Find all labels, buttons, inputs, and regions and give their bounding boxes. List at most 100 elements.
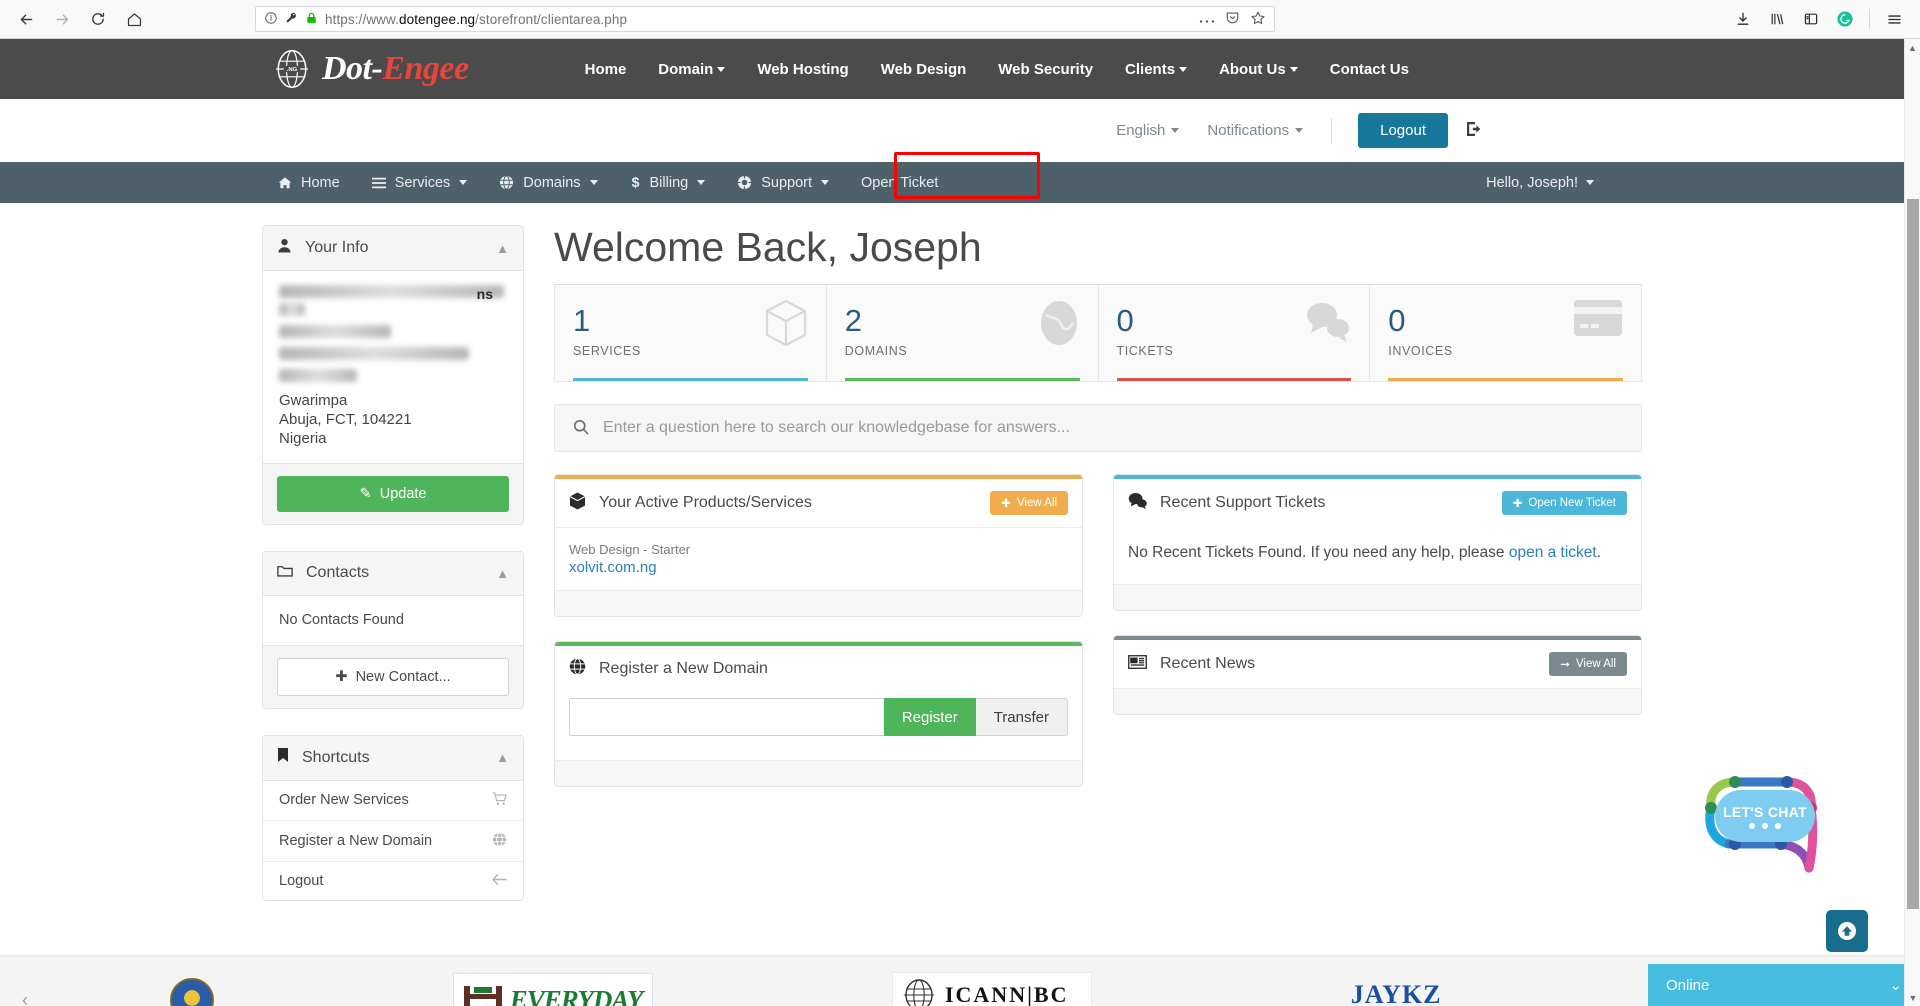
url-domain: dotengee.ng: [398, 11, 476, 27]
shortcuts-header[interactable]: Shortcuts ▲: [263, 735, 523, 781]
chevron-down-icon: [1586, 180, 1594, 185]
view-all-news-button[interactable]: ➞ View All: [1549, 652, 1627, 677]
redaction-bar: [279, 325, 391, 338]
contacts-panel: Contacts ▲ No Contacts Found ✚ New Conta…: [262, 550, 524, 709]
home-button[interactable]: [118, 4, 150, 34]
ellipsis-icon[interactable]: [1199, 11, 1215, 27]
newspaper-icon: [1128, 654, 1147, 675]
address-bar-actions: [1199, 10, 1266, 29]
chevron-up-icon[interactable]: ▲: [496, 241, 509, 256]
hamburger-menu-icon[interactable]: [1878, 4, 1910, 34]
chevron-down-icon[interactable]: ⌄: [1889, 976, 1902, 994]
notifications-menu[interactable]: Notifications: [1207, 122, 1304, 139]
url-path: /storefront/clientarea.php: [475, 11, 628, 27]
everyday-logo[interactable]: EVERYDAY: [452, 973, 653, 1006]
arrow-up-icon: [1838, 922, 1856, 940]
stat-services[interactable]: 1 SERVICES: [555, 285, 827, 382]
search-input[interactable]: [603, 419, 1623, 438]
padlock-icon[interactable]: [305, 11, 318, 28]
downloads-icon[interactable]: [1727, 4, 1759, 34]
stat-tickets[interactable]: 0 TICKETS: [1099, 285, 1371, 382]
support-tickets-footer: [1114, 584, 1641, 611]
reload-button[interactable]: [82, 4, 114, 34]
nav-contact-us[interactable]: Contact Us: [1314, 61, 1425, 78]
grammarly-icon[interactable]: [1829, 4, 1861, 34]
nav-web-design[interactable]: Web Design: [865, 61, 983, 78]
partners-carousel: ‹ EVERYDAY ICANN ICANN|BC: [0, 954, 1904, 1006]
clientnav-domains[interactable]: Domains: [483, 162, 613, 203]
open-new-ticket-button[interactable]: ✚ Open New Ticket: [1501, 491, 1627, 516]
library-icon[interactable]: [1761, 4, 1793, 34]
scroll-down-arrow[interactable]: ▼: [1905, 989, 1920, 1006]
nav-web-hosting[interactable]: Web Hosting: [741, 61, 864, 78]
plus-icon: ✚: [1001, 498, 1011, 511]
page-body: Your Info ▲ ns Gwarimpa Abuja, FCT, 1042…: [262, 203, 1642, 955]
register-button[interactable]: Register: [883, 698, 976, 737]
toolbar-separator: [1869, 9, 1870, 29]
lets-chat-bubble[interactable]: LET'S CHAT: [1695, 764, 1835, 884]
sign-out-icon[interactable]: [1464, 119, 1484, 142]
typing-dots-icon: [1749, 822, 1781, 829]
chevron-left-icon[interactable]: ‹: [0, 990, 50, 1006]
nav-domain[interactable]: Domain: [642, 61, 741, 78]
new-contact-button[interactable]: ✚ New Contact...: [277, 657, 509, 696]
pocket-icon[interactable]: [1225, 10, 1240, 28]
icann-bc-logo[interactable]: ICANN ICANN|BC Business Constituency: [891, 972, 1092, 1006]
transfer-button[interactable]: Transfer: [975, 698, 1068, 737]
main-content: Welcome Back, Joseph 1 SERVICES 2 DOMAIN…: [554, 224, 1642, 927]
african-union-logo[interactable]: [169, 978, 214, 1006]
language-selector[interactable]: English: [1116, 122, 1180, 139]
knowledgebase-search[interactable]: [554, 404, 1642, 453]
contacts-header[interactable]: Contacts ▲: [263, 551, 523, 596]
clientnav-billing[interactable]: $ Billing: [614, 162, 722, 203]
shortcut-logout[interactable]: Logout: [263, 862, 523, 900]
site-main-nav: Home Domain Web Hosting Web Design Web S…: [569, 61, 1425, 78]
key-icon[interactable]: [285, 11, 298, 27]
user-menu[interactable]: Hello, Joseph!: [1486, 175, 1594, 191]
scroll-to-top-button[interactable]: [1826, 910, 1868, 952]
scroll-up-arrow[interactable]: ▲: [1905, 39, 1920, 56]
view-all-services-button[interactable]: ✚ View All: [990, 491, 1068, 516]
stat-invoices[interactable]: 0 INVOICES: [1370, 285, 1641, 382]
jaykz-logo[interactable]: JAYKZ: [1331, 980, 1461, 1006]
back-button[interactable]: [10, 4, 42, 34]
clientnav-home[interactable]: Home: [262, 162, 356, 203]
client-area-nav: Home Services Domains $ Billing Support …: [0, 152, 1904, 203]
page-scrollbar[interactable]: ▲ ▼: [1904, 39, 1920, 1006]
shortcut-register-new-domain[interactable]: Register a New Domain: [263, 821, 523, 862]
site-logo[interactable]: .NG Dot-Engee: [270, 47, 469, 91]
scrollbar-thumb[interactable]: [1907, 199, 1919, 909]
address-bar[interactable]: https://www.dotengee.ng/storefront/clien…: [255, 6, 1275, 32]
clientnav-open-ticket[interactable]: Open Ticket: [845, 162, 954, 203]
nav-home[interactable]: Home: [569, 61, 643, 78]
dashboard-columns: Your Active Products/Services ✚ View All …: [554, 474, 1642, 811]
sidebar-icon[interactable]: [1795, 4, 1827, 34]
your-info-title: Your Info: [305, 239, 369, 256]
chevron-up-icon[interactable]: ▲: [496, 750, 509, 765]
chat-status-bar[interactable]: Online ⌄: [1648, 964, 1920, 1006]
chevron-down-icon: [697, 180, 706, 185]
clientnav-support[interactable]: Support: [721, 162, 845, 203]
stat-domains[interactable]: 2 DOMAINS: [827, 285, 1099, 382]
active-services-title: Your Active Products/Services: [599, 494, 812, 512]
domain-input[interactable]: [569, 698, 884, 737]
service-domain-link[interactable]: xolvit.com.ng: [569, 559, 1068, 576]
your-info-footer: ✎ Update: [263, 462, 523, 524]
update-button[interactable]: ✎ Update: [277, 475, 509, 512]
nav-about-us[interactable]: About Us: [1203, 61, 1314, 78]
chat-bubble-label[interactable]: LET'S CHAT: [1715, 790, 1815, 842]
recent-news-footer: [1114, 688, 1641, 715]
forward-button[interactable]: [46, 4, 78, 34]
your-info-header[interactable]: Your Info ▲: [263, 226, 523, 271]
nav-web-security[interactable]: Web Security: [982, 61, 1109, 78]
clientnav-services[interactable]: Services: [356, 162, 484, 203]
logout-button[interactable]: Logout: [1358, 113, 1448, 148]
page-info-icon[interactable]: [264, 11, 278, 28]
nav-clients[interactable]: Clients: [1109, 61, 1203, 78]
open-a-ticket-link[interactable]: open a ticket: [1509, 544, 1597, 561]
shortcut-order-new-services[interactable]: Order New Services: [263, 781, 523, 821]
chevron-up-icon[interactable]: ▲: [496, 566, 509, 581]
star-icon[interactable]: [1250, 10, 1266, 29]
redacted-suffix: ns: [476, 286, 493, 302]
page-viewport: .NG Dot-Engee Home Domain Web Hosting We…: [0, 39, 1920, 1006]
